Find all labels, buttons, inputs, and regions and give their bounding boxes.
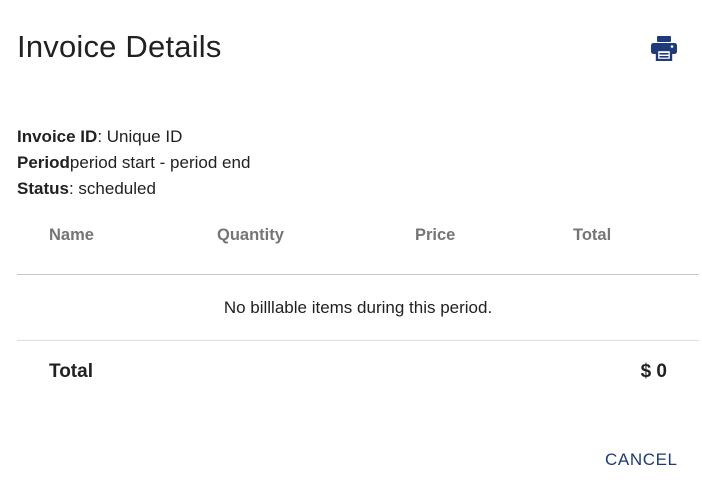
print-button[interactable] xyxy=(646,30,682,66)
invoice-id-label: Invoice ID xyxy=(17,127,98,146)
total-label: Total xyxy=(49,361,93,382)
status-label: Status xyxy=(17,179,69,198)
dialog-title: Invoice Details xyxy=(17,29,222,64)
column-header-quantity: Quantity xyxy=(217,226,284,244)
invoice-id-row: Invoice ID: Unique ID xyxy=(17,124,250,150)
period-row: Periodperiod start - period end xyxy=(17,150,250,176)
status-value: : scheduled xyxy=(68,179,156,198)
table-total-row: Total $ 0 xyxy=(17,341,699,405)
empty-items-message: No billlable items during this period. xyxy=(17,275,699,341)
printer-icon xyxy=(651,36,677,61)
invoice-id-value: : Unique ID xyxy=(97,127,183,146)
invoice-details-dialog: Invoice Details Invoice ID: Unique ID Pe… xyxy=(0,0,702,492)
invoice-items-table: Name Quantity Price Total No billlable i… xyxy=(17,214,699,405)
table-header: Name Quantity Price Total xyxy=(17,214,699,275)
total-value: $ 0 xyxy=(640,361,667,382)
period-value: period start - period end xyxy=(69,153,251,172)
column-header-total: Total xyxy=(573,226,612,244)
period-label: Period xyxy=(17,153,70,172)
column-header-name: Name xyxy=(49,226,94,244)
status-row: Status: scheduled xyxy=(17,176,250,202)
cancel-button[interactable]: CANCEL xyxy=(596,444,687,476)
column-header-price: Price xyxy=(415,226,456,244)
invoice-meta: Invoice ID: Unique ID Periodperiod start… xyxy=(17,124,250,202)
